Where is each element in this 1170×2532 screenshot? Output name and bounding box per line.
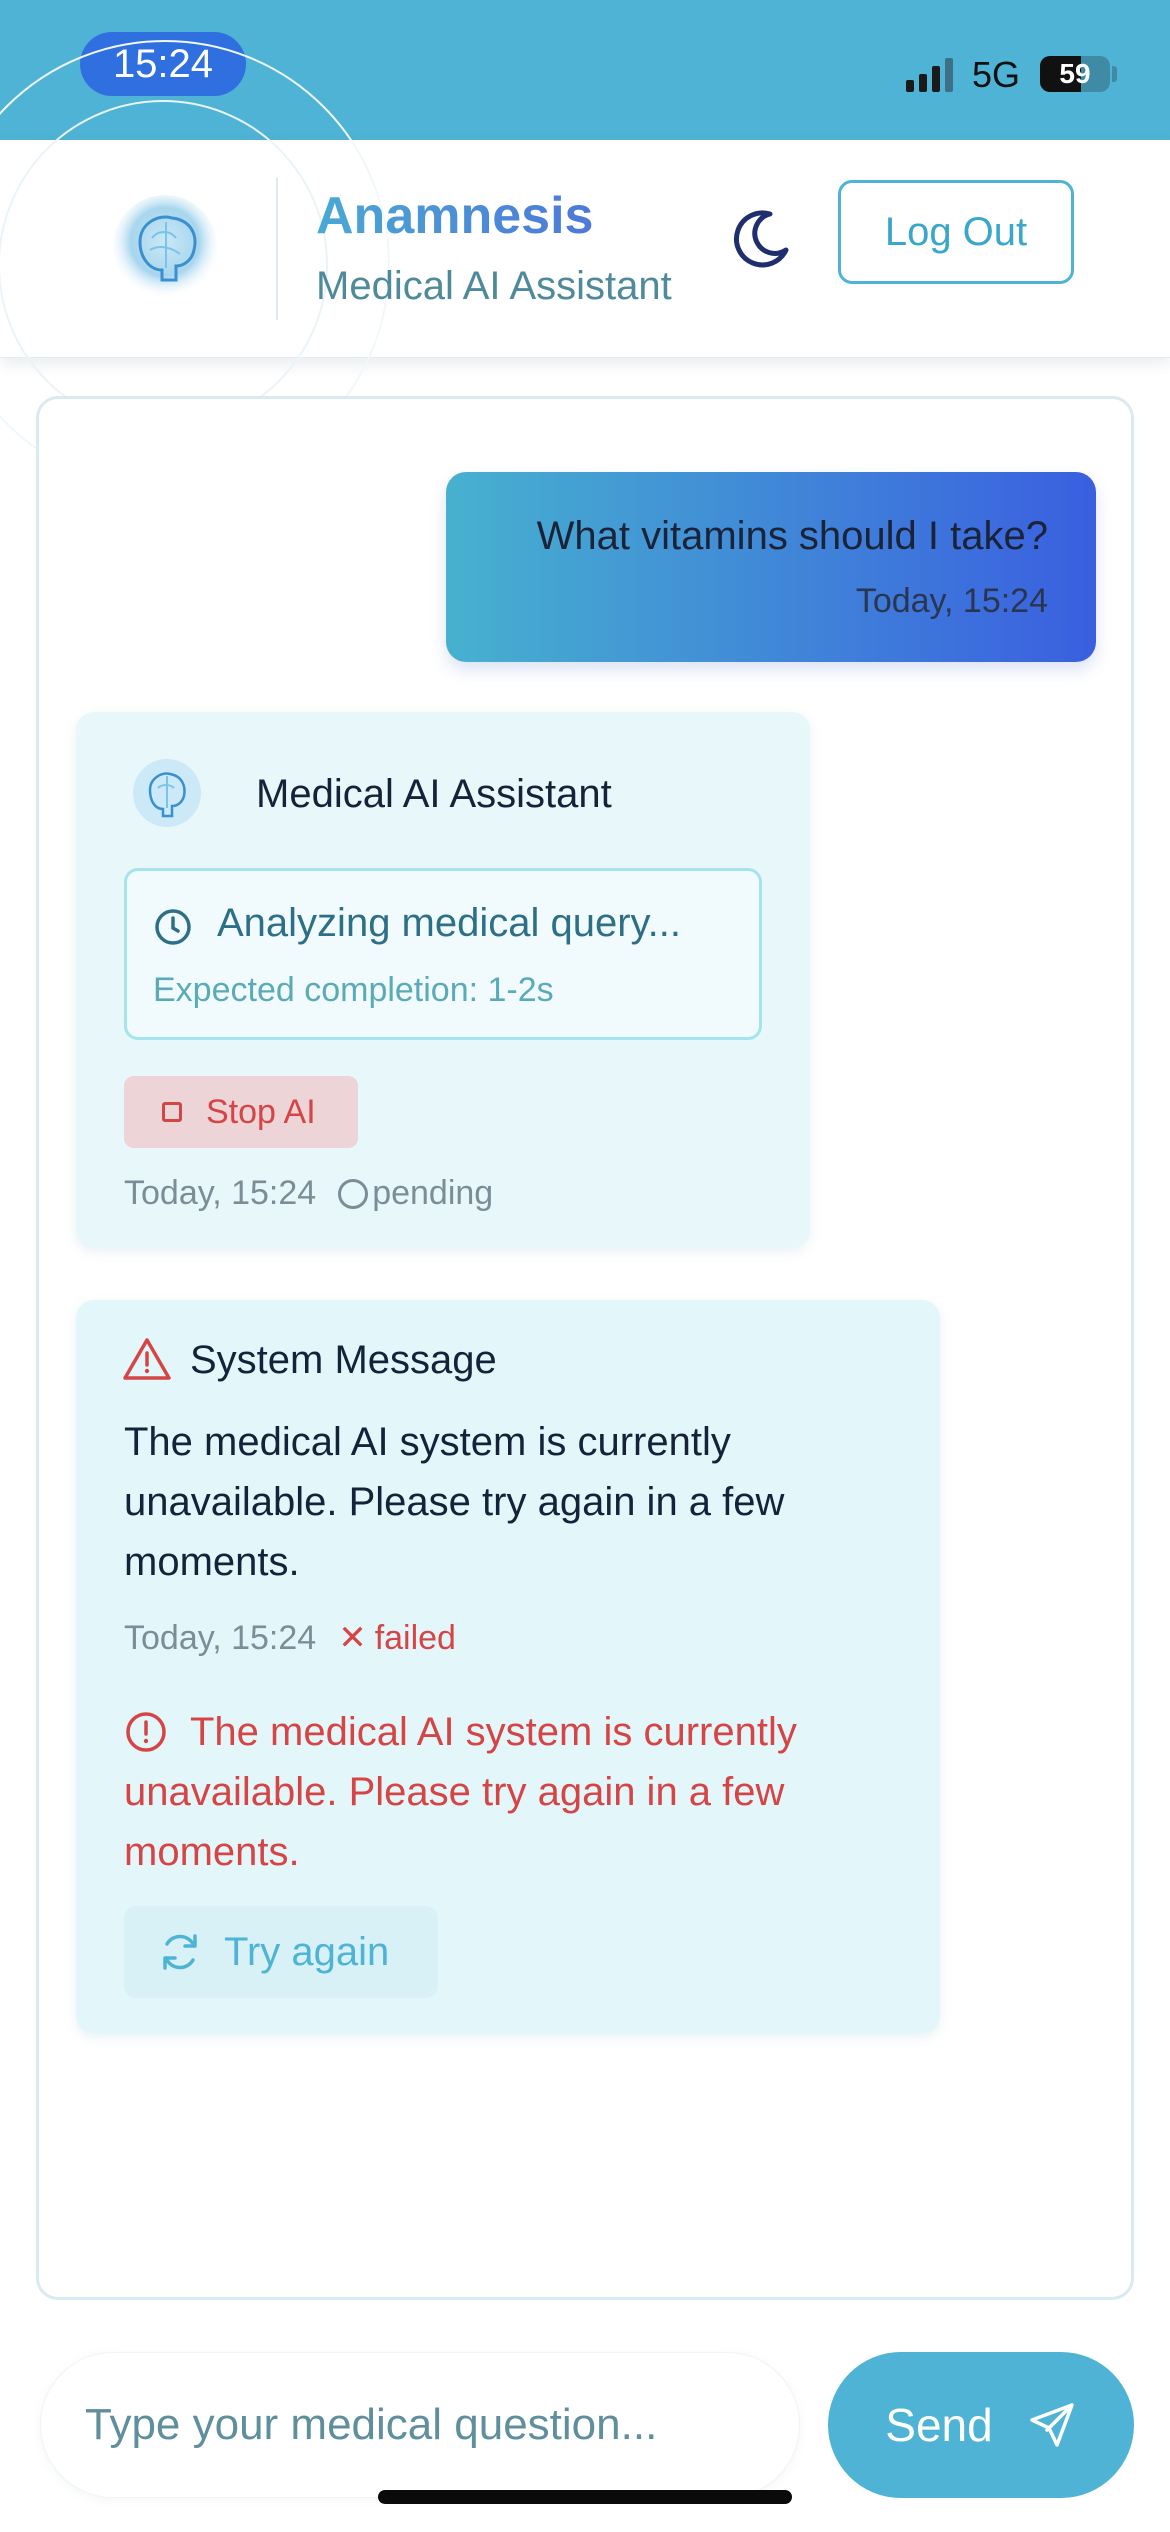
pending-icon [338, 1178, 369, 1209]
network-label: 5G [972, 54, 1021, 95]
user-message-time: Today, 15:24 [855, 582, 1048, 620]
brain-logo-icon [113, 195, 217, 299]
stop-ai-button[interactable]: Stop AI [124, 1076, 358, 1148]
analyzing-eta: Expected completion: 1-2s [153, 971, 554, 1009]
app-screen: { "status_bar": { "time": "15:24", "netw… [0, 0, 1170, 2532]
send-button[interactable]: Send [828, 2352, 1134, 2498]
signal-icon [906, 56, 953, 92]
app-subtitle: Medical AI Assistant [316, 264, 672, 308]
user-message-text: What vitamins should I take? [536, 514, 1048, 558]
system-message-state: failed [374, 1618, 456, 1657]
system-message-body: The medical AI system is currently unava… [124, 1420, 785, 1584]
warning-icon [123, 1338, 171, 1380]
ai-message: Medical AI Assistant Analyzing medical q… [76, 712, 810, 1248]
ai-message-meta: Today, 15:24 pending [124, 1174, 493, 1213]
stop-ai-label: Stop AI [206, 1092, 316, 1131]
stop-icon [162, 1102, 182, 1122]
system-message: System Message The medical AI system is … [76, 1300, 940, 2034]
battery-tip [1112, 66, 1117, 82]
battery-icon: 59 [1040, 56, 1110, 92]
app-title: Anamnesis [316, 187, 594, 245]
system-message-meta: Today, 15:24 ✕ failed [124, 1618, 456, 1658]
analyzing-status: Analyzing medical query... Expected comp… [124, 868, 762, 1040]
refresh-icon [163, 1934, 197, 1970]
failed-icon: ✕ [338, 1619, 367, 1657]
battery-level: 59 [1059, 58, 1091, 89]
send-icon [1029, 2403, 1074, 2447]
ai-avatar-icon [133, 759, 201, 827]
user-message: What vitamins should I take? Today, 15:2… [446, 472, 1096, 662]
ai-sender-name: Medical AI Assistant [256, 772, 612, 816]
ai-message-time: Today, 15:24 [124, 1174, 317, 1212]
try-again-button[interactable]: Try again [124, 1906, 438, 1998]
system-message-time: Today, 15:24 [124, 1618, 317, 1657]
send-label: Send [885, 2399, 993, 2451]
try-again-label: Try again [224, 1929, 390, 1974]
clock-icon [155, 909, 191, 945]
app-header: Anamnesis Medical AI Assistant Log Out [0, 40, 1170, 490]
header-divider [276, 178, 278, 320]
system-message-title: System Message [190, 1338, 497, 1382]
home-indicator [378, 2490, 792, 2504]
ai-message-state: pending [372, 1174, 494, 1212]
logout-button[interactable]: Log Out [838, 180, 1074, 284]
error-text: The medical AI system is currently unava… [124, 1710, 797, 1874]
moon-icon[interactable] [730, 206, 794, 270]
analyzing-title: Analyzing medical query... [217, 901, 681, 945]
message-input[interactable] [40, 2352, 800, 2498]
